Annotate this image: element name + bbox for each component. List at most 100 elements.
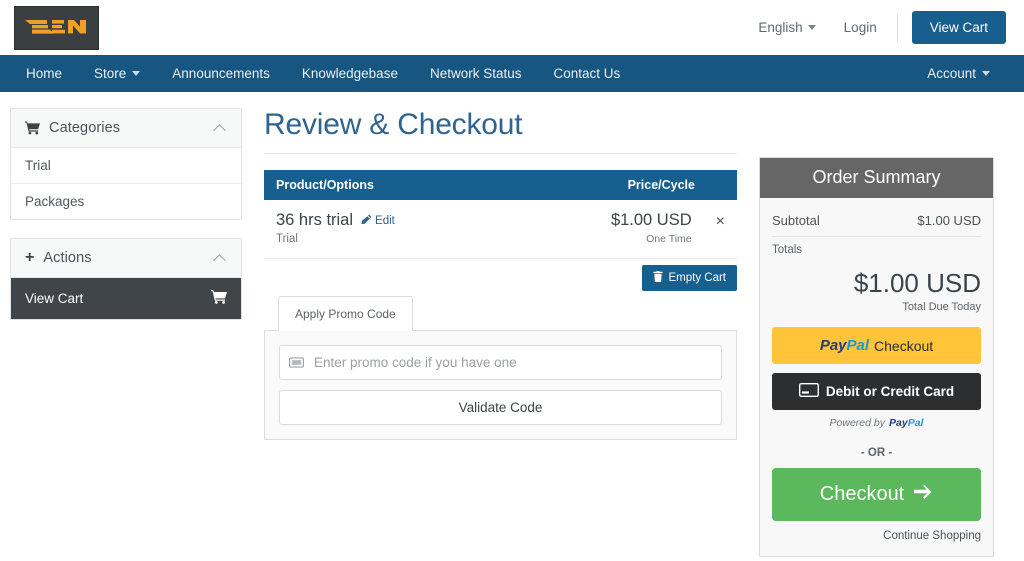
checkout-main: Review & Checkout Product/Options Price/… — [264, 108, 737, 557]
powered-by-paypal: Powered by PayPal — [772, 417, 981, 429]
remove-item-icon[interactable]: × — [716, 213, 725, 230]
sidebar-view-cart-label: View Cart — [25, 291, 84, 306]
edit-product-link[interactable]: Edit — [361, 214, 395, 228]
checkout-label: Checkout — [819, 483, 905, 505]
chevron-down-icon — [132, 71, 141, 76]
divider — [896, 13, 898, 42]
top-bar-right: English Login View Cart — [744, 0, 1006, 55]
nav-label: Store — [94, 66, 127, 81]
totals-label: Totals — [772, 244, 803, 256]
actions-title: Actions — [43, 250, 92, 266]
paypal-checkout-button[interactable]: PayPal Checkout — [772, 327, 981, 364]
subtotal-row: Subtotal $1.00 USD — [772, 208, 981, 237]
actions-panel-header[interactable]: + Actions — [11, 239, 241, 278]
language-label: English — [758, 19, 803, 35]
empty-cart-label: Empty Cart — [668, 272, 726, 284]
validate-code-button[interactable]: Validate Code — [279, 390, 722, 425]
paypal-pal-text: Pal — [846, 337, 870, 354]
chevron-down-icon — [807, 25, 816, 30]
product-price: $1.00 USD — [610, 211, 692, 229]
nav-label: Account — [927, 66, 976, 81]
nav-label: Announcements — [172, 66, 270, 81]
cart-price-cell: $1.00 USD One Time — [517, 200, 704, 259]
cart-remove-cell: × — [703, 200, 737, 259]
content-area: Review & Checkout Product/Options Price/… — [242, 108, 1006, 557]
paypal-pay-text: Pay — [819, 337, 847, 354]
sidebar-item-view-cart[interactable]: View Cart — [11, 278, 241, 319]
column-header-product: Product/Options — [264, 170, 518, 200]
sidebar: Categories Trial Packages + Actions View… — [10, 108, 242, 557]
product-cycle: One Time — [646, 233, 692, 245]
debit-card-label: Debit or Credit Card — [825, 384, 955, 399]
continue-shopping-link[interactable]: Continue Shopping — [772, 530, 981, 542]
column-header-price: Price/Cycle — [517, 170, 737, 200]
order-summary-column: Order Summary Subtotal $1.00 USD Totals … — [759, 157, 994, 557]
categories-title: Categories — [49, 120, 121, 136]
nav-item-home[interactable]: Home — [16, 55, 78, 92]
checkout-button[interactable]: Checkout — [772, 468, 981, 521]
nav-item-announcements[interactable]: Announcements — [156, 55, 286, 92]
actions-panel: + Actions View Cart — [10, 238, 242, 320]
nav-item-account[interactable]: Account — [911, 55, 1006, 92]
cart-icon — [211, 290, 227, 307]
plus-icon: + — [25, 249, 35, 266]
sidebar-item-packages[interactable]: Packages — [11, 184, 241, 219]
language-selector[interactable]: English — [744, 21, 829, 35]
cart-table-header: Product/Options Price/Cycle — [264, 170, 737, 200]
categories-panel-header[interactable]: Categories — [11, 109, 241, 148]
view-cart-button[interactable]: View Cart — [911, 11, 1006, 44]
nav-label: Knowledgebase — [301, 66, 398, 81]
nav-item-store[interactable]: Store — [78, 55, 156, 92]
chevron-up-icon — [213, 123, 226, 137]
powered-pal-text: Pal — [907, 417, 924, 429]
promo-input-wrap — [279, 345, 722, 380]
login-link[interactable]: Login — [830, 21, 891, 35]
order-summary-title: Order Summary — [760, 158, 993, 198]
product-option: Trial — [276, 233, 298, 245]
promo-section: Apply Promo Code Validate Code — [264, 295, 737, 440]
nav-label: Network Status — [429, 66, 522, 81]
chevron-up-icon — [213, 253, 226, 267]
empty-cart-button[interactable]: Empty Cart — [642, 265, 737, 291]
categories-panel: Categories Trial Packages — [10, 108, 242, 220]
cart-product-cell: 36 hrs trial Edit Trial — [264, 200, 518, 259]
trash-icon — [653, 271, 664, 285]
credit-card-icon — [798, 382, 819, 400]
paypal-small-logo: PayPal — [889, 417, 923, 429]
promo-body: Validate Code — [264, 331, 737, 440]
promo-tabs: Apply Promo Code — [264, 295, 737, 331]
title-divider — [264, 153, 737, 154]
ticket-icon — [289, 355, 305, 371]
page-title: Review & Checkout — [264, 108, 523, 141]
nav-label: Contact Us — [553, 66, 621, 81]
tab-apply-promo-code[interactable]: Apply Promo Code — [278, 296, 413, 331]
product-name: 36 hrs trial — [276, 211, 354, 229]
debit-credit-card-button[interactable]: Debit or Credit Card — [772, 373, 981, 410]
table-row: 36 hrs trial Edit Trial $1.00 USD One Ti… — [264, 200, 737, 259]
empty-cart-row: Empty Cart — [264, 259, 737, 291]
nav-item-network-status[interactable]: Network Status — [414, 55, 538, 92]
product-name-wrap: 36 hrs trial Edit — [276, 211, 506, 230]
subtotal-label: Subtotal — [772, 213, 820, 228]
or-separator: - OR - — [860, 447, 893, 459]
page-body: Categories Trial Packages + Actions View… — [0, 92, 1024, 557]
arrow-right-icon — [913, 483, 933, 506]
order-summary-body: Subtotal $1.00 USD Totals $1.00 USD Tota… — [760, 198, 993, 556]
cart-icon — [25, 121, 40, 135]
paypal-logo: PayPal — [820, 337, 869, 354]
total-amount: $1.00 USD — [853, 268, 981, 298]
nav-item-knowledgebase[interactable]: Knowledgebase — [286, 55, 414, 92]
powered-pay-text: Pay — [889, 417, 908, 429]
main-navigation: Home Store Announcements Knowledgebase N… — [0, 55, 1024, 92]
order-summary-panel: Order Summary Subtotal $1.00 USD Totals … — [759, 157, 994, 557]
site-logo[interactable] — [14, 5, 99, 50]
chevron-down-icon — [982, 71, 990, 76]
edit-label: Edit — [375, 214, 395, 227]
pencil-icon — [361, 214, 372, 228]
total-due-today-caption: Total Due Today — [902, 301, 981, 313]
sidebar-item-trial[interactable]: Trial — [11, 148, 241, 184]
promo-code-input[interactable] — [279, 345, 722, 380]
nav-item-contact-us[interactable]: Contact Us — [538, 55, 637, 92]
subtotal-value: $1.00 USD — [917, 213, 981, 228]
nav-label: Home — [26, 66, 63, 81]
